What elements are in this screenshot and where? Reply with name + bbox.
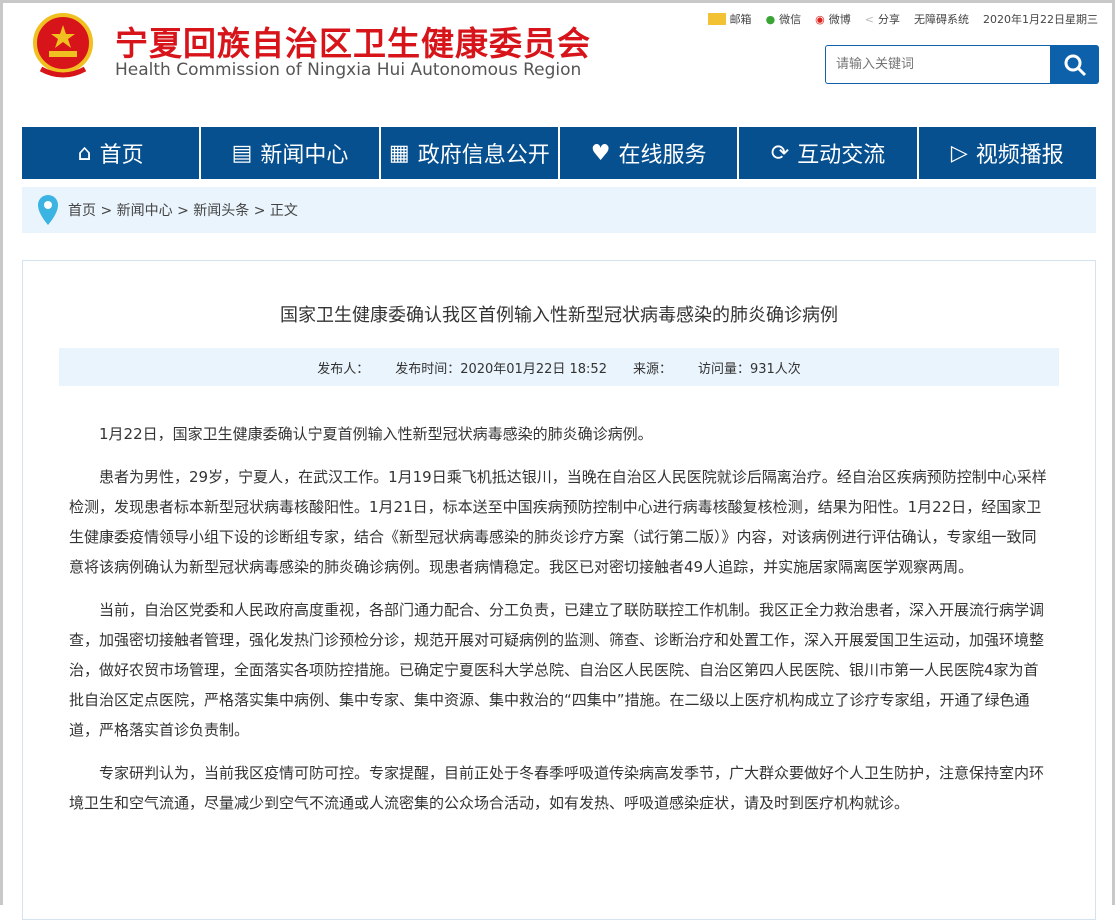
- search-bar: [825, 45, 1099, 84]
- accessibility-link[interactable]: 无障碍系统: [914, 11, 969, 27]
- top-links: 邮箱 ● 微信 ◉ 微博 < 分享 无障碍系统 2020年1月22日星期三: [707, 11, 1098, 27]
- refresh-icon: ⟳: [770, 140, 790, 166]
- header: 宁夏回族自治区卫生健康委员会 Health Commission of Ning…: [3, 3, 1112, 123]
- search-button[interactable]: [1050, 45, 1099, 84]
- play-icon: ▷: [950, 140, 968, 166]
- share-icon: <: [864, 12, 874, 26]
- search-icon: [1064, 54, 1086, 76]
- location-pin-icon: [38, 195, 58, 225]
- nav-label: 政府信息公开: [417, 143, 550, 168]
- article-body: 1月22日，国家卫生健康委确认宁夏首例输入性新型冠状病毒感染的肺炎确诊病例。 患…: [69, 419, 1049, 831]
- national-emblem-icon: [33, 13, 93, 78]
- nav-gov-info[interactable]: ▦ 政府信息公开: [380, 127, 558, 179]
- breadcrumb: 首页 > 新闻中心 > 新闻头条 > 正文: [22, 187, 1096, 233]
- nav-label: 视频播报: [975, 143, 1064, 168]
- site-title[interactable]: 宁夏回族自治区卫生健康委员会: [115, 17, 591, 65]
- nav-label: 首页: [99, 143, 144, 168]
- article-container: 国家卫生健康委确认我区首例输入性新型冠状病毒感染的肺炎确诊病例 发布人： 发布时…: [22, 260, 1096, 920]
- share-link[interactable]: < 分享: [865, 11, 900, 27]
- newspaper-icon: ▤: [231, 140, 253, 166]
- breadcrumb-news[interactable]: 新闻中心: [117, 203, 173, 219]
- search-input[interactable]: [825, 45, 1050, 84]
- mail-icon: [707, 13, 726, 25]
- article-meta: 发布人： 发布时间：2020年01月22日 18:52 来源： 访问量：931人…: [59, 348, 1059, 386]
- home-icon: ⌂: [77, 140, 92, 166]
- weibo-link[interactable]: ◉ 微博: [815, 11, 851, 27]
- site-title-en: Health Commission of Ningxia Hui Autonom…: [115, 60, 582, 80]
- nav-video[interactable]: ▷ 视频播报: [918, 127, 1096, 179]
- paragraph: 1月22日，国家卫生健康委确认宁夏首例输入性新型冠状病毒感染的肺炎确诊病例。: [99, 425, 653, 443]
- breadcrumb-headlines[interactable]: 新闻头条: [193, 203, 249, 219]
- wechat-icon: ●: [765, 12, 776, 26]
- paragraph: 专家研判认为，当前我区疫情可防可控。专家提醒，目前正处于冬春季呼吸道传染病高发季…: [69, 764, 1045, 812]
- current-date: 2020年1月22日星期三: [983, 13, 1098, 26]
- article-title: 国家卫生健康委确认我区首例输入性新型冠状病毒感染的肺炎确诊病例: [280, 305, 838, 326]
- heart-hand-icon: ♥: [590, 140, 611, 166]
- mail-link[interactable]: 邮箱: [707, 11, 752, 27]
- nav-home[interactable]: ⌂ 首页: [22, 127, 200, 179]
- meta-views: 访问量：931人次: [697, 361, 801, 377]
- wechat-link[interactable]: ● 微信: [766, 11, 802, 27]
- paragraph: 当前，自治区党委和人民政府高度重视，各部门通力配合、分工负责，已建立了联防联控工…: [69, 601, 1045, 739]
- nav-label: 新闻中心: [260, 143, 349, 168]
- nav-label: 互动交流: [797, 143, 886, 168]
- nav-news[interactable]: ▤ 新闻中心: [201, 127, 379, 179]
- meta-time: 发布时间：2020年01月22日 18:52: [395, 361, 607, 377]
- paragraph: 患者为男性，29岁，宁夏人，在武汉工作。1月19日乘飞机抵达银川，当晚在自治区人…: [69, 468, 1047, 576]
- nav-interaction[interactable]: ⟳ 互动交流: [739, 127, 917, 179]
- meta-source: 来源：: [632, 361, 672, 377]
- breadcrumb-sep: >: [177, 203, 189, 219]
- breadcrumb-sep: >: [253, 203, 266, 219]
- weibo-icon: ◉: [815, 12, 825, 26]
- breadcrumb-sep: >: [100, 203, 113, 219]
- meta-publisher: 发布人：: [317, 361, 370, 377]
- nav-online-service[interactable]: ♥ 在线服务: [559, 127, 738, 179]
- building-icon: ▦: [388, 140, 410, 166]
- nav-label: 在线服务: [618, 143, 707, 168]
- breadcrumb-current: 正文: [269, 203, 298, 219]
- breadcrumb-home[interactable]: 首页: [68, 203, 96, 219]
- main-nav: ⌂ 首页 ▤ 新闻中心 ▦ 政府信息公开 ♥ 在线服务 ⟳ 互动交流 ▷ 视频播报: [22, 127, 1096, 179]
